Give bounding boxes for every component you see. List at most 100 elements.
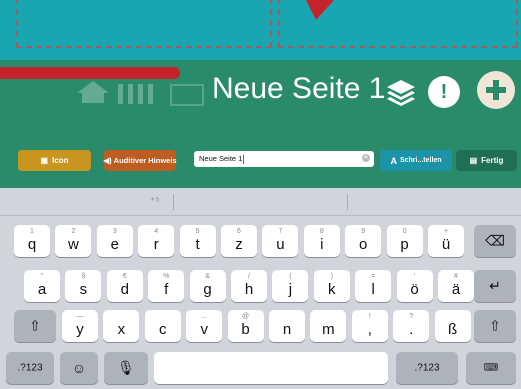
key-row2-7[interactable]: ) k: [313, 270, 350, 302]
key-row2-2[interactable]: € d: [106, 270, 143, 302]
key-label: t: [195, 236, 200, 253]
key-alt-label: 2: [71, 228, 76, 235]
speaker-icon: ◀): [103, 156, 112, 165]
numbers-key-left[interactable]: .?123: [6, 352, 54, 384]
page-name-input[interactable]: Neue Seite 1 ✕: [194, 151, 374, 167]
done-button[interactable]: ▤ Fertig: [456, 150, 517, 171]
key-row1-7[interactable]: 8i: [303, 225, 340, 257]
key-row1-1[interactable]: 2w: [55, 225, 92, 257]
key-row2-6[interactable]: (j: [272, 270, 309, 302]
key-row1-8[interactable]: 9o: [345, 225, 382, 257]
image-icon: ▣: [40, 156, 49, 165]
key-alt-label: €: [122, 273, 127, 280]
space-key[interactable]: [154, 352, 388, 384]
key-row1-5[interactable]: 6z: [221, 225, 257, 257]
key-row2-3[interactable]: % f: [148, 270, 185, 302]
key-row3-7[interactable]: !,: [351, 310, 388, 342]
clear-icon[interactable]: ✕: [362, 154, 370, 162]
key-alt-label: 9: [361, 228, 366, 235]
key-row3-0[interactable]: — y: [62, 310, 98, 342]
microphone-icon: 🎙︎: [117, 359, 135, 376]
key-row2-10[interactable]: # ä: [438, 270, 474, 302]
key-label: v: [200, 321, 208, 338]
key-row2-0[interactable]: " a: [24, 270, 60, 302]
key-row3-3[interactable]: ... v: [186, 310, 223, 342]
key-row3-6[interactable]: m: [310, 310, 347, 342]
page-title: Neue Seite 1: [212, 72, 386, 105]
key-alt-label: %: [163, 273, 170, 280]
shift-key-right[interactable]: ⇧: [474, 310, 516, 342]
key-label: c: [159, 321, 167, 338]
key-label: h: [244, 281, 254, 298]
key-row2-1[interactable]: § s: [65, 270, 102, 302]
audio-hint-button[interactable]: ◀) Auditiver Hinweis: [103, 150, 177, 171]
tools-icon[interactable]: [116, 80, 156, 104]
font-settings-button[interactable]: A Schri...tellen: [380, 150, 452, 171]
page-name-value: Neue Seite 1: [199, 154, 243, 163]
key-label: ß: [448, 321, 458, 338]
key-label: ,: [367, 321, 372, 338]
font-settings-label: Schri...tellen: [399, 157, 442, 164]
key-label: m: [322, 321, 335, 338]
backspace-key[interactable]: ⌫: [474, 225, 516, 257]
key-alt-label: ": [40, 273, 44, 280]
key-label: i: [320, 236, 324, 253]
red-arrow-icon: [306, 0, 334, 20]
key-alt-label: —: [76, 313, 84, 320]
key-label: j: [288, 281, 293, 298]
key-alt-label: ': [413, 273, 416, 280]
add-plus-icon[interactable]: [477, 71, 515, 109]
numbers-key-right[interactable]: .?123: [396, 352, 458, 384]
key-row1-0[interactable]: 1q: [14, 225, 50, 257]
key-label: z: [235, 236, 243, 253]
key-label: x: [117, 321, 126, 338]
key-label: u: [276, 236, 285, 253]
suggestion-bar: [0, 188, 521, 216]
key-row3-2[interactable]: c: [144, 310, 181, 342]
key-label: d: [120, 281, 129, 298]
key-label: ü: [441, 236, 451, 253]
key-alt-label: 6: [237, 228, 241, 235]
key-alt-label: @: [242, 313, 250, 320]
key-row1-2[interactable]: 3e: [96, 225, 133, 257]
icon-button[interactable]: ▣ Icon: [18, 150, 91, 171]
key-row3-9[interactable]: ß: [434, 310, 471, 342]
key-row1-9[interactable]: 0p: [386, 225, 423, 257]
key-row1-3[interactable]: 4r: [138, 225, 175, 257]
key-alt-label: (: [289, 273, 292, 280]
key-row3-5[interactable]: n: [269, 310, 305, 342]
key-alt-label: #: [454, 273, 458, 280]
red-annotation-line: [0, 67, 180, 79]
key-alt-label: 0: [402, 228, 407, 235]
key-row2-4[interactable]: & g: [189, 270, 226, 302]
key-row3-4[interactable]: @ b: [227, 310, 264, 342]
microphone-key[interactable]: 🎙︎: [104, 352, 148, 384]
key-label: ä: [451, 281, 461, 298]
audio-hint-label: Auditiver Hinweis: [113, 156, 177, 165]
key-alt-label: ): [330, 273, 333, 280]
dashed-selection-left: [16, 0, 272, 48]
key-row2-5[interactable]: / h: [231, 270, 267, 302]
layout-icon[interactable]: [170, 84, 204, 106]
key-label: o: [359, 236, 368, 253]
key-row2-8[interactable]: = l: [355, 270, 392, 302]
layers-icon[interactable]: [386, 78, 416, 106]
emoji-key[interactable]: ☺: [60, 352, 98, 384]
key-row3-1[interactable]: x: [103, 310, 140, 342]
key-row2-9[interactable]: ' ö: [396, 270, 433, 302]
home-icon[interactable]: [76, 80, 110, 104]
return-key[interactable]: ↵: [474, 270, 516, 302]
icon-button-label: Icon: [52, 156, 69, 165]
key-alt-label: 5: [195, 228, 200, 235]
key-alt-label: §: [81, 273, 86, 280]
keyboard-icon: ⌨: [483, 362, 499, 374]
key-row1-10[interactable]: + ü: [428, 225, 464, 257]
key-row1-6[interactable]: 7u: [262, 225, 299, 257]
key-row1-4[interactable]: 5t: [179, 225, 216, 257]
key-label: w: [67, 236, 79, 253]
key-alt-label: +: [443, 228, 449, 235]
shift-key-left[interactable]: ⇧: [14, 310, 56, 342]
hide-keyboard-key[interactable]: ⌨: [466, 352, 516, 384]
exclamation-bubble-icon[interactable]: !: [428, 76, 460, 108]
key-row3-8[interactable]: ?.: [393, 310, 430, 342]
